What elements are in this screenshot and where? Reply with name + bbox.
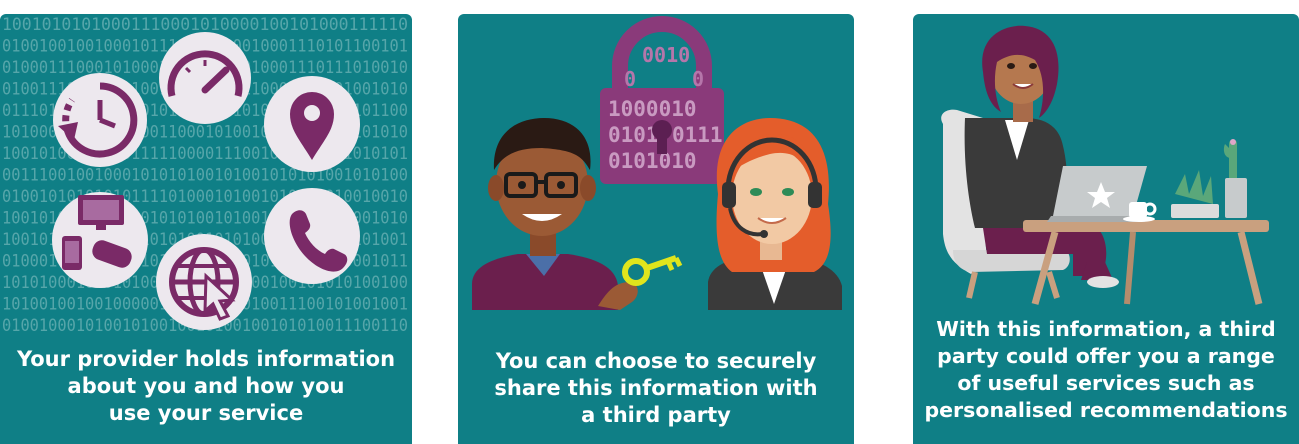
caption-line: You can choose to securely (495, 349, 817, 373)
binary-row: 0100101010101011110100010100101001001001… (2, 187, 408, 206)
clock-history-icon (53, 73, 147, 167)
card-3-caption: With this information, a third party cou… (913, 316, 1299, 424)
card-provider-info: 1001010101000111000101000010010100011111… (0, 14, 412, 444)
lock-binary: 0111 (672, 123, 723, 147)
binary-row: 0011100100100010101010010100101010100101… (2, 166, 408, 185)
caption-line: share this information with (494, 376, 818, 400)
caption-line: Your provider holds information (16, 347, 396, 371)
provider-illustration: 1001010101000111000101000010010100011111… (2, 15, 408, 335)
card-2-caption: You can choose to securely share this in… (458, 348, 854, 429)
caption-line: a third party (581, 403, 731, 427)
caption-line: use your service (108, 401, 304, 425)
phone-icon (264, 188, 360, 284)
location-pin-icon (264, 76, 360, 172)
lock-binary: 0101010 (608, 149, 697, 173)
services-illustration (941, 25, 1269, 305)
plant-pots-icon (1171, 139, 1247, 218)
card-third-party-services: With this information, a third party cou… (913, 14, 1299, 444)
woman-laptop-figure (964, 25, 1119, 288)
globe-web-icon (156, 234, 252, 330)
padlock-icon: 0010 0 0 1000010 0101 0111 0101010 (600, 16, 724, 184)
devices-icon (52, 192, 148, 288)
binary-row: 1001010101000111000101000010010100011111… (2, 15, 408, 34)
caption-line: about you and how you (67, 374, 345, 398)
lock-binary: 0010 (642, 43, 690, 67)
speedometer-icon (159, 32, 251, 124)
caption-line: of useful services such as (957, 371, 1255, 395)
caption-line: With this information, a third (936, 317, 1276, 341)
card-1-caption: Your provider holds information about yo… (0, 346, 412, 427)
support-agent-figure (708, 118, 842, 310)
caption-line: party could offer you a range (937, 344, 1275, 368)
key-icon (622, 255, 683, 286)
sharing-illustration: 0010 0 0 1000010 0101 0111 0101010 (472, 16, 842, 310)
caption-line: personalised recommendations (924, 398, 1288, 422)
lock-binary: 0101 (608, 123, 659, 147)
card-secure-sharing: 0010 0 0 1000010 0101 0111 0101010 You c… (458, 14, 854, 444)
lock-binary: 1000010 (608, 97, 697, 121)
lock-binary: 0 (692, 67, 704, 91)
lock-binary: 0 (624, 67, 636, 91)
